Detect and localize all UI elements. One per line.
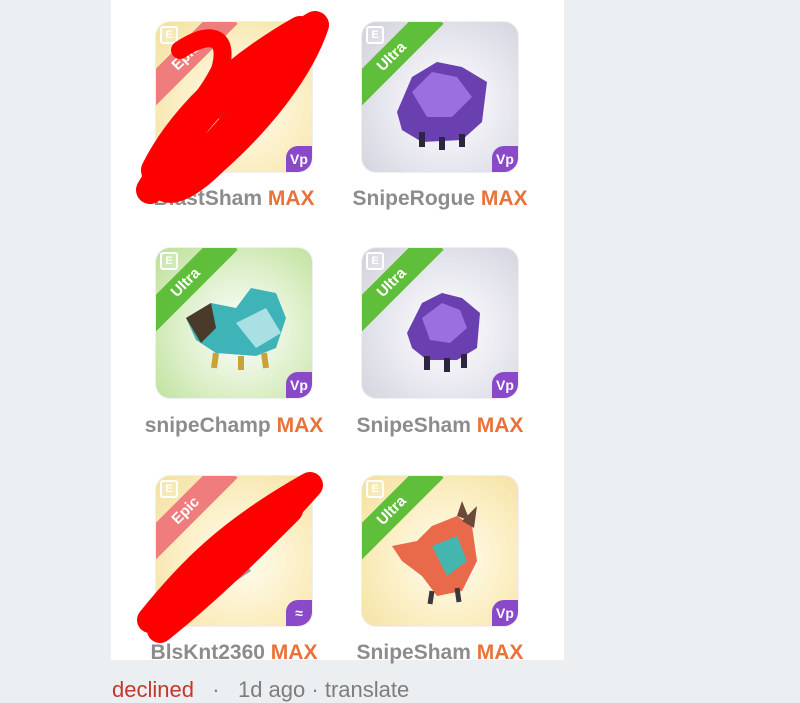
dragon-card[interactable]: Epic E ≈ bbox=[156, 476, 312, 626]
dragon-card[interactable]: Epic E Vp bbox=[156, 22, 312, 172]
level-badge: MAX bbox=[476, 414, 524, 437]
level-badge: MAX bbox=[270, 641, 318, 664]
dragon-label: SnipeSham MAX bbox=[330, 641, 550, 665]
element-icon: ≈ bbox=[286, 600, 312, 626]
dragon-name: SnipeRogue bbox=[352, 187, 475, 210]
dragon-name: SnipeSham bbox=[356, 414, 471, 437]
element-icon: Vp bbox=[492, 146, 518, 172]
translate-link[interactable]: translate bbox=[325, 677, 409, 702]
separator: · bbox=[311, 677, 319, 702]
catalog-icon: E bbox=[366, 480, 384, 498]
catalog-icon: E bbox=[366, 26, 384, 44]
dragon-card[interactable]: Ultra E Vp bbox=[362, 476, 518, 626]
dragon-name: SnipeSham bbox=[356, 641, 471, 664]
dragon-name: BlastSham bbox=[153, 187, 263, 210]
separator: · bbox=[212, 677, 220, 702]
catalog-icon: E bbox=[160, 480, 178, 498]
catalog-icon: E bbox=[160, 252, 178, 270]
dragon-card[interactable]: Ultra E Vp bbox=[156, 248, 312, 398]
element-icon: Vp bbox=[492, 600, 518, 626]
dragon-label: BlsKnt2360 MAX bbox=[124, 641, 344, 665]
dragon-name: snipeChamp bbox=[144, 414, 271, 437]
dragon-card[interactable]: Ultra E Vp bbox=[362, 22, 518, 172]
dragon-label: SnipeSham MAX bbox=[330, 414, 550, 438]
dragon-label: snipeChamp MAX bbox=[124, 414, 344, 438]
dragon-label: BlastSham MAX bbox=[124, 187, 344, 211]
element-icon: Vp bbox=[286, 146, 312, 172]
element-icon: Vp bbox=[286, 372, 312, 398]
element-icon: Vp bbox=[492, 372, 518, 398]
level-badge: MAX bbox=[267, 187, 315, 210]
level-badge: MAX bbox=[276, 414, 324, 437]
dragon-name: BlsKnt2360 bbox=[150, 641, 265, 664]
level-badge: MAX bbox=[480, 187, 528, 210]
dragon-card[interactable]: Ultra E Vp bbox=[362, 248, 518, 398]
timestamp: 1d ago bbox=[237, 677, 306, 702]
level-badge: MAX bbox=[476, 641, 524, 664]
catalog-icon: E bbox=[366, 252, 384, 270]
catalog-icon: E bbox=[160, 26, 178, 44]
dragon-label: SnipeRogue MAX bbox=[330, 187, 550, 211]
status-declined[interactable]: declined bbox=[112, 677, 194, 702]
comment-footer: declined · 1d ago · translate bbox=[112, 677, 409, 703]
